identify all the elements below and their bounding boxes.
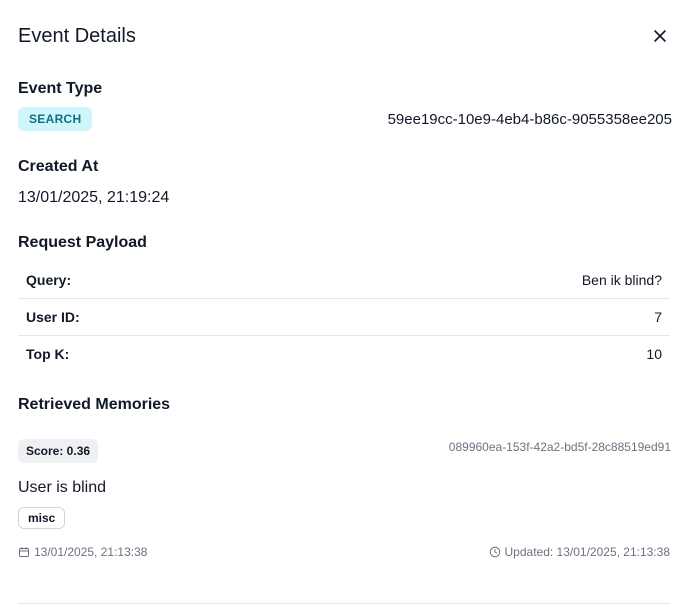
event-type-heading: Event Type [18,80,103,97]
dialog-header: Event Details [18,0,670,72]
clock-icon [489,546,500,558]
memory-created: 13/01/2025, 21:13:38 [18,545,147,559]
memory-id: 089960ea-153f-42a2-bd5f-28c88519ed91 [448,440,671,454]
memory-created-date: 13/01/2025, 21:13:38 [34,545,148,559]
payload-key: User ID: [26,309,80,325]
close-button[interactable] [648,24,672,48]
created-at-section: Created At 13/01/2025, 21:19:24 [18,158,670,207]
payload-value: Ben ik blind? [581,272,662,288]
memory-updated: Updated: 13/01/2025, 21:13:38 [489,545,670,559]
memory-tag: misc [18,507,66,529]
score-badge: Score: 0.36 [18,439,99,463]
memory-text: User is blind [18,479,107,496]
memory-meta: 13/01/2025, 21:13:38 Updated: 13/01/2025… [18,545,670,559]
retrieved-memories-section: Retrieved Memories Score: 0.36 089960ea-… [18,396,671,559]
request-payload-heading: Request Payload [18,234,147,251]
close-icon [654,30,666,42]
memory-top-row: Score: 0.36 089960ea-153f-42a2-bd5f-28c8… [18,439,671,463]
payload-row-query: Query: Ben ik blind? [18,262,670,299]
memory-updated-date: Updated: 13/01/2025, 21:13:38 [504,545,670,559]
event-type-badge: SEARCH [18,107,93,131]
payload-row-top-k: Top K: 10 [18,336,670,372]
event-details-dialog: Event Details Event Type SEARCH 59ee19cc… [0,0,693,612]
payload-key: Query: [26,272,72,288]
dialog-title: Event Details [18,24,136,47]
payload-key: Top K: [26,346,70,362]
created-at-value: 13/01/2025, 21:19:24 [18,189,170,206]
request-payload-section: Request Payload Query: Ben ik blind? Use… [18,234,670,372]
calendar-icon [19,547,29,557]
event-type-section: Event Type SEARCH 59ee19cc-10e9-4eb4-b86… [18,80,672,131]
payload-value: 7 [654,309,662,325]
memory-card: Score: 0.36 089960ea-153f-42a2-bd5f-28c8… [18,439,671,559]
payload-row-user-id: User ID: 7 [18,299,670,336]
event-type-row: SEARCH 59ee19cc-10e9-4eb4-b86c-9055358ee… [18,107,672,131]
payload-table: Query: Ben ik blind? User ID: 7 Top K: 1… [18,262,670,372]
bottom-divider [18,603,670,604]
event-id: 59ee19cc-10e9-4eb4-b86c-9055358ee205 [387,110,672,128]
payload-value: 10 [646,346,662,362]
retrieved-memories-heading: Retrieved Memories [18,396,171,413]
created-at-heading: Created At [18,158,99,175]
